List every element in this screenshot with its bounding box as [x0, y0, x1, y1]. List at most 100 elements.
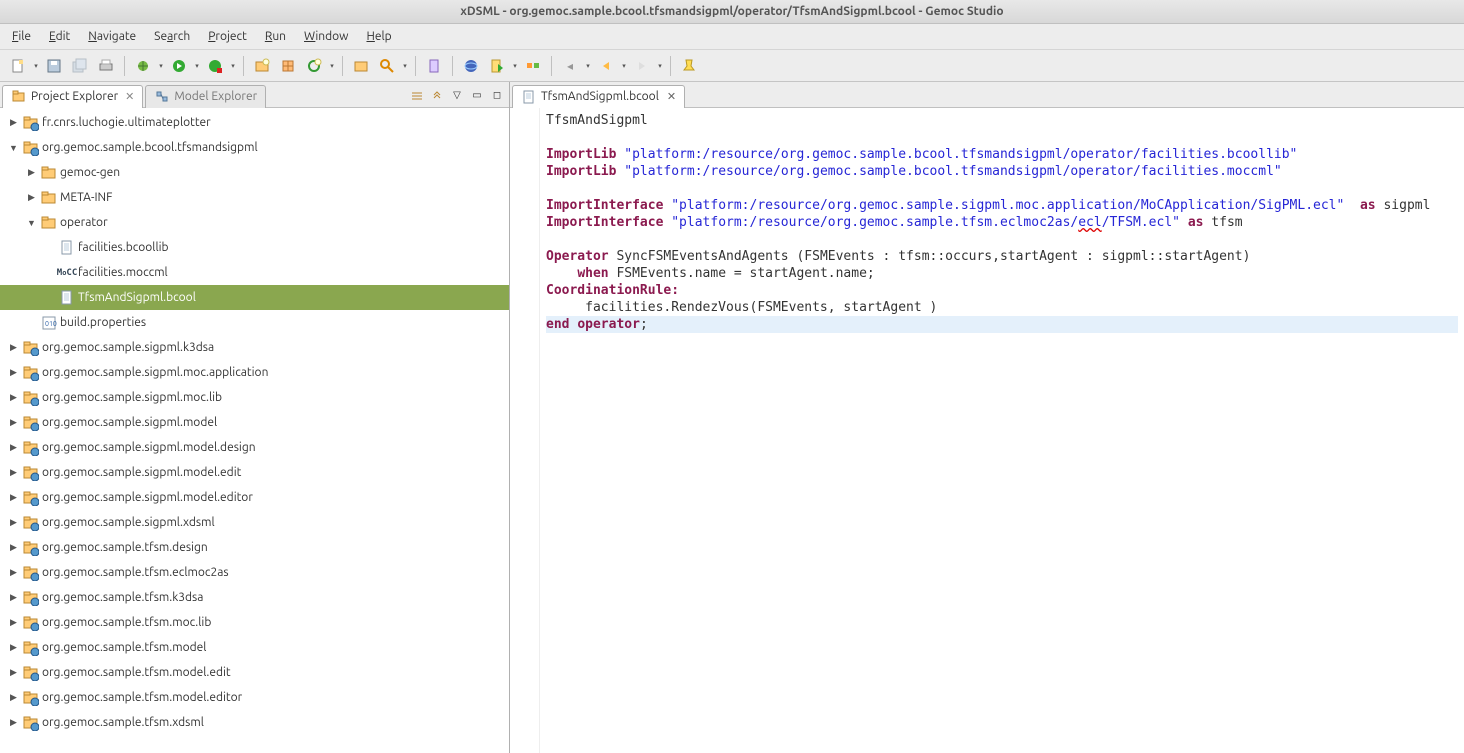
tree-row[interactable]: ▶org.gemoc.sample.tfsm.k3dsa: [0, 585, 509, 610]
twistie-icon[interactable]: ▶: [7, 692, 20, 703]
twistie-icon[interactable]: ▶: [7, 717, 20, 728]
pin-button[interactable]: [677, 54, 701, 78]
tree-row[interactable]: ▶org.gemoc.sample.tfsm.eclmoc2as: [0, 560, 509, 585]
twistie-icon[interactable]: ▶: [7, 342, 20, 353]
new-plugin-button[interactable]: [302, 54, 326, 78]
twistie-icon[interactable]: ▶: [7, 442, 20, 453]
model-explorer-tab[interactable]: Model Explorer: [145, 85, 266, 108]
twistie-icon[interactable]: ▶: [7, 392, 20, 403]
code-area[interactable]: TfsmAndSigpml ImportLib "platform:/resou…: [540, 108, 1464, 753]
back-dropdown[interactable]: ▾: [620, 62, 628, 70]
forward-button[interactable]: [630, 54, 654, 78]
collapse-all-button[interactable]: [409, 87, 425, 103]
new-button[interactable]: [6, 54, 30, 78]
menu-run[interactable]: Run: [257, 27, 294, 46]
twistie-icon[interactable]: ▶: [7, 467, 20, 478]
tree-row[interactable]: ▶org.gemoc.sample.tfsm.xdsml: [0, 710, 509, 735]
menu-file[interactable]: File: [4, 27, 39, 46]
search-dropdown[interactable]: ▾: [401, 62, 409, 70]
tree-row[interactable]: ▶org.gemoc.sample.tfsm.model.editor: [0, 685, 509, 710]
twistie-icon[interactable]: ▶: [7, 417, 20, 428]
tree-row[interactable]: ▶org.gemoc.sample.tfsm.design: [0, 535, 509, 560]
tree-row[interactable]: MoCCfacilities.moccml: [0, 260, 509, 285]
twistie-icon[interactable]: ▶: [25, 192, 38, 203]
link-editor-button[interactable]: [429, 87, 445, 103]
tree-row[interactable]: ▶org.gemoc.sample.sigpml.moc.application: [0, 360, 509, 385]
tree-row[interactable]: 010build.properties: [0, 310, 509, 335]
ext-tools-dropdown[interactable]: ▾: [229, 62, 237, 70]
twistie-icon[interactable]: ▶: [7, 367, 20, 378]
twistie-icon[interactable]: ▶: [7, 642, 20, 653]
project-explorer-tab[interactable]: Project Explorer ✕: [2, 85, 143, 108]
twistie-icon[interactable]: ▶: [7, 592, 20, 603]
menu-help[interactable]: Help: [358, 27, 399, 46]
editor-gutter[interactable]: [510, 108, 540, 753]
debug-dropdown[interactable]: ▾: [157, 62, 165, 70]
gemoc-run-button[interactable]: [485, 54, 509, 78]
new-project-button[interactable]: [250, 54, 274, 78]
tree-row[interactable]: ▶org.gemoc.sample.tfsm.moc.lib: [0, 610, 509, 635]
forward-dropdown[interactable]: ▾: [656, 62, 664, 70]
tree-row[interactable]: ▶org.gemoc.sample.tfsm.model: [0, 635, 509, 660]
menu-project[interactable]: Project: [200, 27, 255, 46]
tree-row[interactable]: ▶org.gemoc.sample.sigpml.model.editor: [0, 485, 509, 510]
tree-row-selected[interactable]: TfsmAndSigpml.bcool: [0, 285, 509, 310]
new-dropdown[interactable]: ▾: [32, 62, 40, 70]
editor-tab-active[interactable]: TfsmAndSigpml.bcool ✕: [512, 85, 685, 108]
menu-search[interactable]: Search: [146, 27, 198, 46]
tree-row[interactable]: ▼operator: [0, 210, 509, 235]
node-icon: [41, 165, 57, 181]
twistie-icon[interactable]: ▶: [7, 492, 20, 503]
twistie-icon[interactable]: ▶: [7, 667, 20, 678]
close-icon[interactable]: ✕: [667, 90, 676, 103]
twistie-icon[interactable]: ▶: [7, 617, 20, 628]
toggle-mark-button[interactable]: [422, 54, 446, 78]
open-type-button[interactable]: [349, 54, 373, 78]
twistie-icon[interactable]: ▶: [7, 567, 20, 578]
twistie-icon[interactable]: ▶: [7, 542, 20, 553]
tree-row[interactable]: ▶org.gemoc.sample.sigpml.moc.lib: [0, 385, 509, 410]
ext-tools-button[interactable]: [203, 54, 227, 78]
gemoc-globe-button[interactable]: [459, 54, 483, 78]
maximize-view-button[interactable]: ◻: [489, 87, 505, 103]
minimize-view-button[interactable]: ▭: [469, 87, 485, 103]
tree-row[interactable]: ▶org.gemoc.sample.sigpml.model.design: [0, 435, 509, 460]
search-button[interactable]: [375, 54, 399, 78]
menu-navigate[interactable]: Navigate: [80, 27, 144, 46]
twistie-icon[interactable]: ▶: [7, 517, 20, 528]
new-plugin-dropdown[interactable]: ▾: [328, 62, 336, 70]
menu-edit[interactable]: Edit: [41, 27, 78, 46]
back-button[interactable]: [594, 54, 618, 78]
view-menu-button[interactable]: ▽: [449, 87, 465, 103]
save-all-button[interactable]: [68, 54, 92, 78]
twistie-icon[interactable]: ▶: [25, 167, 38, 178]
tree-row[interactable]: ▼org.gemoc.sample.bcool.tfsmandsigpml: [0, 135, 509, 160]
run-button[interactable]: [167, 54, 191, 78]
tree-row[interactable]: ▶fr.cnrs.luchogie.ultimateplotter: [0, 110, 509, 135]
tree-row[interactable]: ▶META-INF: [0, 185, 509, 210]
twistie-icon[interactable]: ▼: [25, 218, 38, 228]
print-button[interactable]: [94, 54, 118, 78]
save-button[interactable]: [42, 54, 66, 78]
tree-row[interactable]: facilities.bcoollib: [0, 235, 509, 260]
twistie-icon[interactable]: ▶: [7, 117, 20, 128]
node-icon: [23, 665, 39, 681]
tree-row[interactable]: ▶org.gemoc.sample.sigpml.model.edit: [0, 460, 509, 485]
tree-row[interactable]: ▶org.gemoc.sample.sigpml.model: [0, 410, 509, 435]
menu-window[interactable]: Window: [296, 27, 356, 46]
node-icon: [23, 640, 39, 656]
tree-row[interactable]: ▶org.gemoc.sample.tfsm.model.edit: [0, 660, 509, 685]
prev-annotation-button[interactable]: ◂: [558, 54, 582, 78]
close-icon[interactable]: ✕: [125, 90, 134, 103]
tree-row[interactable]: ▶org.gemoc.sample.sigpml.xdsml: [0, 510, 509, 535]
debug-button[interactable]: [131, 54, 155, 78]
project-tree[interactable]: ▶fr.cnrs.luchogie.ultimateplotter▼org.ge…: [0, 108, 509, 753]
prev-annotation-dropdown[interactable]: ▾: [584, 62, 592, 70]
run-dropdown[interactable]: ▾: [193, 62, 201, 70]
gemoc-run-dropdown[interactable]: ▾: [511, 62, 519, 70]
tree-row[interactable]: ▶org.gemoc.sample.sigpml.k3dsa: [0, 335, 509, 360]
new-package-button[interactable]: [276, 54, 300, 78]
tree-row[interactable]: ▶gemoc-gen: [0, 160, 509, 185]
gemoc-model-button[interactable]: [521, 54, 545, 78]
twistie-icon[interactable]: ▼: [7, 143, 20, 153]
